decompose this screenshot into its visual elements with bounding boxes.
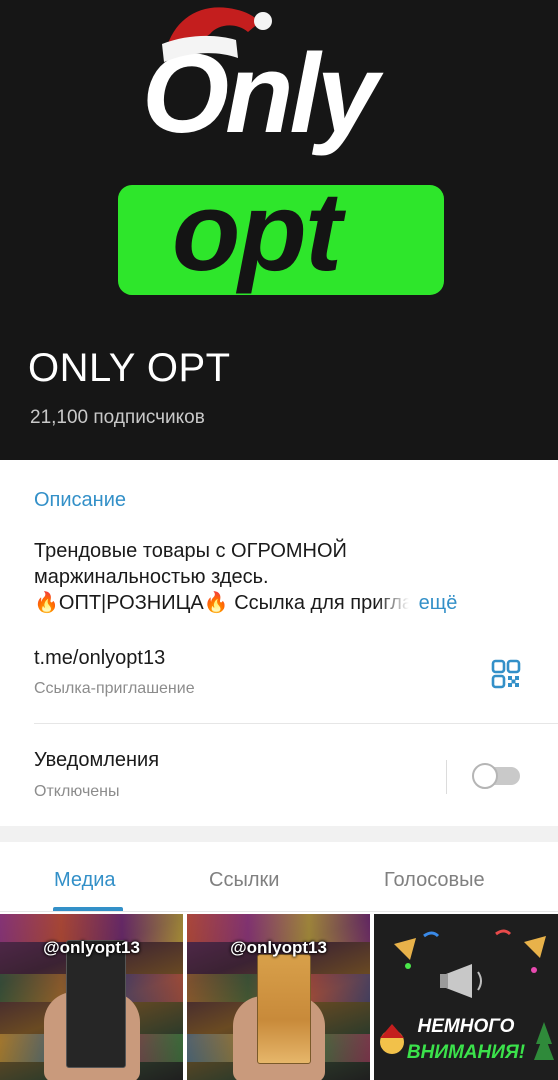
channel-info-card: Описание Трендовые товары с ОГРОМНОЙ мар… <box>0 460 558 826</box>
qr-code-icon[interactable] <box>491 659 521 689</box>
notifications-status: Отключены <box>34 783 120 800</box>
channel-header: Only opt ONLY OPT 21,100 подписчиков <box>0 0 558 460</box>
description-line-truncated: 🔥ОПТ|РОЗНИЦА🔥 Ссылка для пригла <box>34 592 414 614</box>
media-thumbnail[interactable]: @onlyopt13 <box>0 914 183 1080</box>
channel-title: ONLY OPT <box>28 346 231 390</box>
toggle-knob <box>472 763 498 789</box>
tab-media[interactable]: Медиа <box>54 870 116 890</box>
description-header: Описание <box>34 489 127 511</box>
media-watermark: @onlyopt13 <box>230 938 327 957</box>
notifications-title[interactable]: Уведомления <box>34 750 159 770</box>
media-thumbnail[interactable]: @onlyopt13 <box>187 914 370 1080</box>
invite-link[interactable]: t.me/onlyopt13 <box>34 648 165 668</box>
santa-hat-icon <box>162 7 272 62</box>
description-line: 🔥ОПТ|РОЗНИЦА🔥 Ссылка для пригла ещё <box>34 590 534 616</box>
announcement-text-line1: НЕМНОГО <box>417 1016 515 1037</box>
subscriber-count: 21,100 подписчиков <box>30 407 205 428</box>
media-watermark: @onlyopt13 <box>43 938 140 957</box>
product-pack <box>257 954 311 1064</box>
description-text[interactable]: Трендовые товары с ОГРОМНОЙ маржинальнос… <box>34 538 534 616</box>
announcement-text-line2: ВНИМАНИЯ! <box>406 1042 526 1063</box>
channel-logo[interactable]: Only opt <box>118 0 448 300</box>
description-line: маржинальностью здесь. <box>34 566 269 588</box>
description-more-link[interactable]: ещё <box>419 592 458 614</box>
product-pack <box>66 940 126 1068</box>
logo-text-opt: opt <box>172 169 342 294</box>
vertical-divider <box>446 760 447 794</box>
tab-links[interactable]: Ссылки <box>209 870 279 890</box>
media-thumbnail[interactable]: НЕМНОГО ВНИМАНИЯ! <box>374 914 558 1080</box>
notifications-toggle[interactable] <box>472 761 522 789</box>
description-line: Трендовые товары с ОГРОМНОЙ <box>34 540 347 562</box>
invite-link-caption: Ссылка-приглашение <box>34 680 195 697</box>
divider <box>34 723 558 724</box>
shared-media-panel: Медиа Ссылки Голосовые @onlyopt13 @onlyo… <box>0 842 558 1080</box>
divider <box>0 911 558 912</box>
tab-voice[interactable]: Голосовые <box>384 870 485 890</box>
